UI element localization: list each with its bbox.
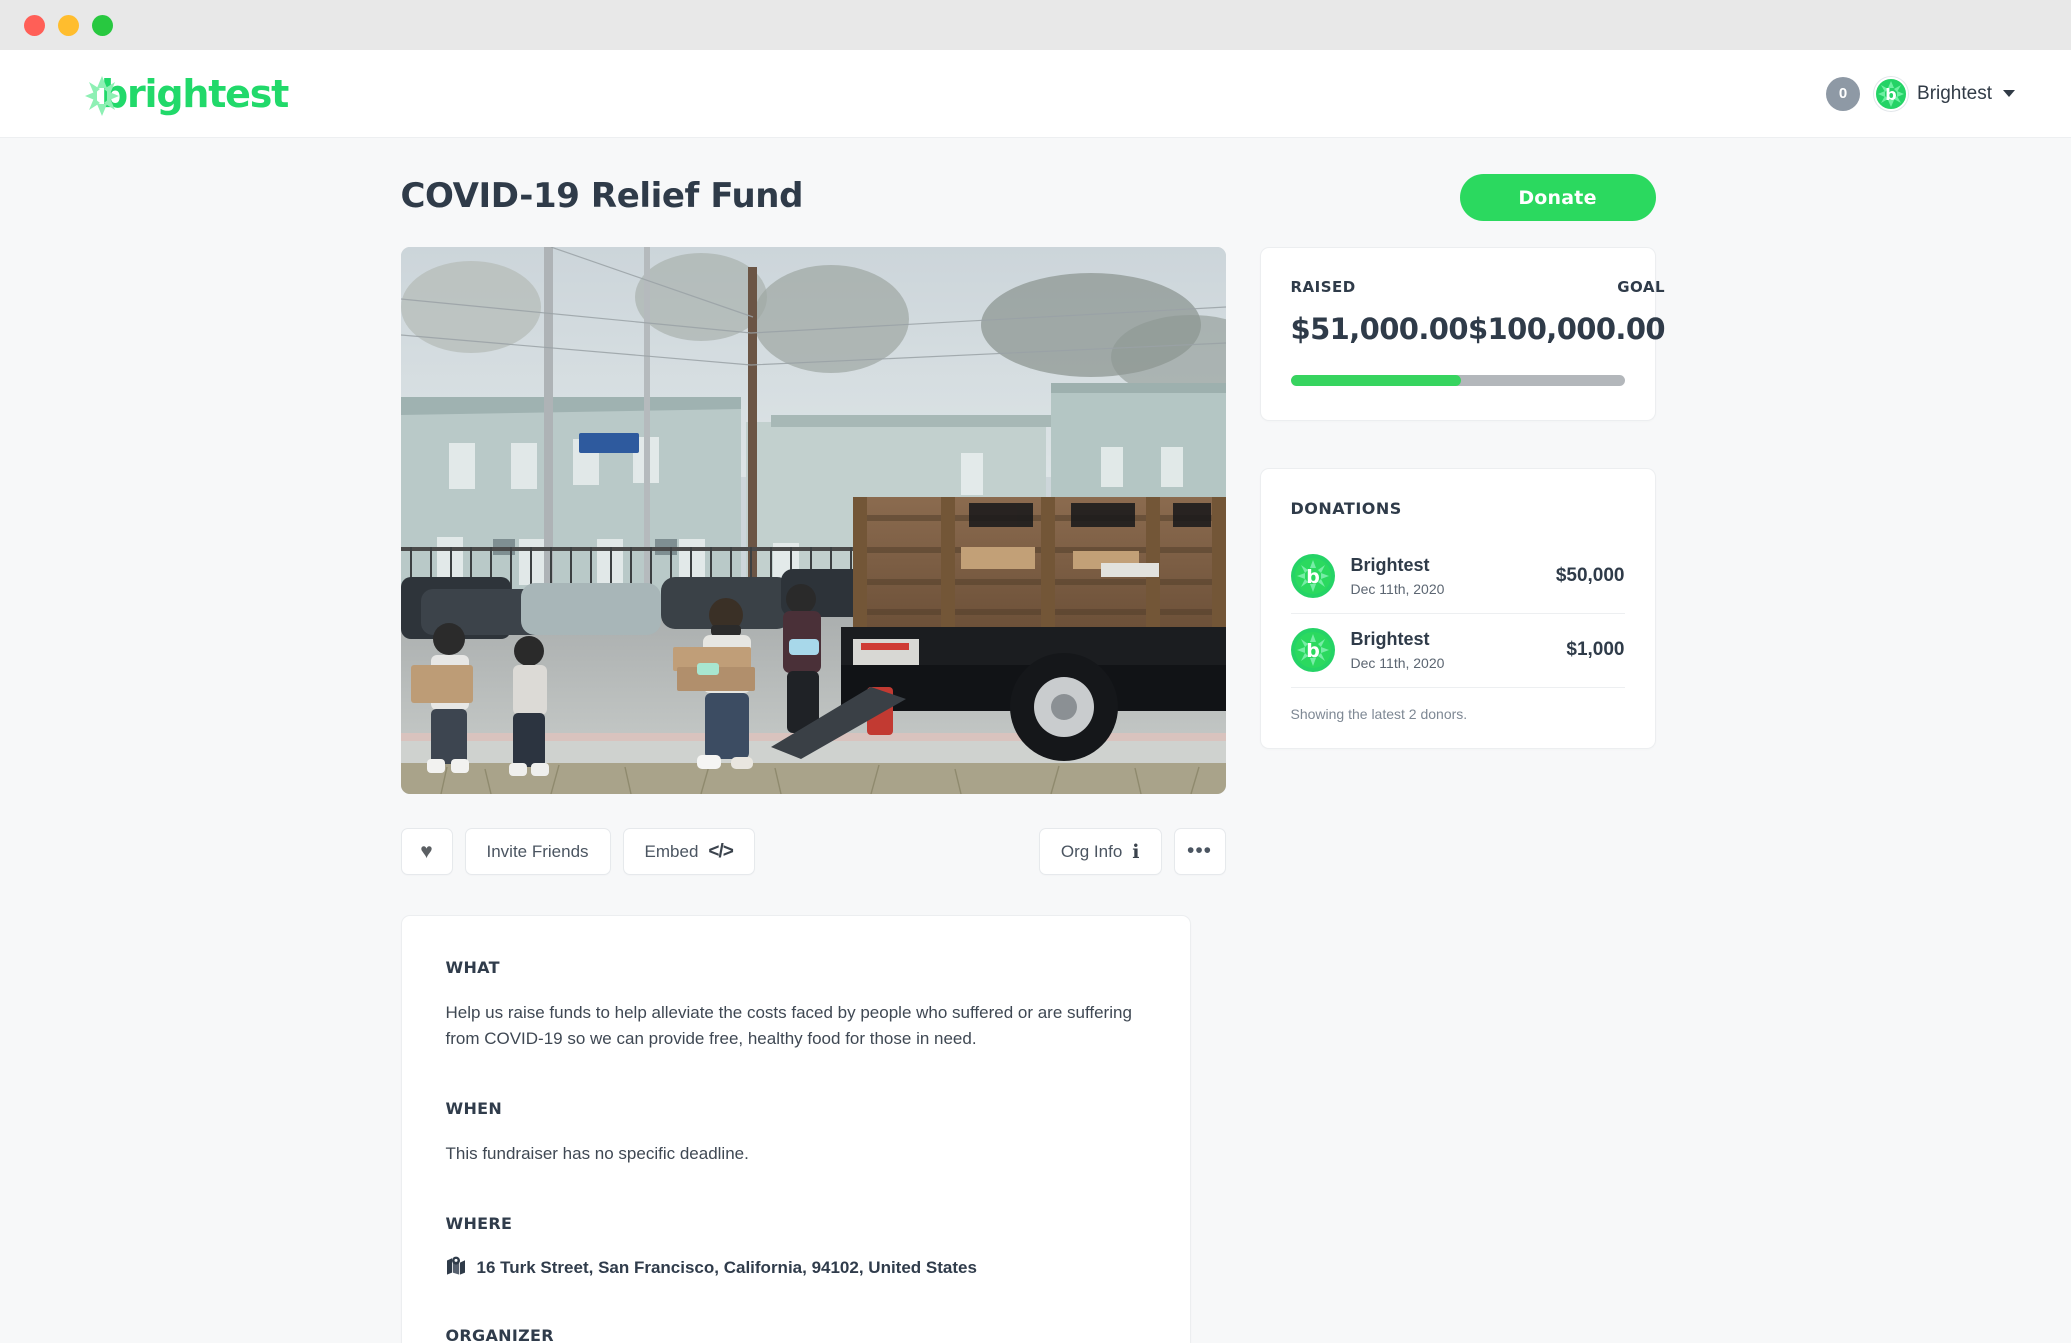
navbar-right: 0 b Brightest (1826, 76, 2015, 111)
donations-note: Showing the latest 2 donors. (1290, 706, 1468, 722)
top-navbar: brightest 0 b Brightest (0, 50, 2071, 138)
donor-meta: Brightest Dec 11th, 2020 (1351, 629, 1551, 671)
organizer-section-label: ORGANIZER (445, 1326, 554, 1343)
page-title: COVID-19 Relief Fund (400, 176, 804, 216)
right-column: Donate RAISED $51,000.00 GOAL $100,000.0… (1259, 174, 1666, 749)
address-text: 16 Turk Street, San Francisco, Californi… (476, 1258, 977, 1278)
left-column: COVID-19 Relief Fund ♥ Invite Friends Em… (400, 174, 1226, 1343)
when-section-label: WHEN (445, 1098, 503, 1118)
donor-name: Brightest (1350, 555, 1430, 575)
svg-text:b: b (1306, 640, 1320, 662)
ellipsis-icon: ••• (1186, 839, 1213, 863)
donations-card: DONATIONS b Brightest Dec 11th, 2020 $50,0… (1259, 468, 1656, 749)
embed-label: Embed (644, 841, 699, 861)
map-pin-icon (446, 1256, 466, 1280)
donor-name: Brightest (1350, 629, 1430, 649)
svg-text:b: b (1306, 566, 1320, 588)
invite-friends-button[interactable]: Invite Friends (464, 828, 611, 875)
donor-date: Dec 11th, 2020 (1350, 581, 1445, 597)
org-info-label: Org Info (1060, 841, 1123, 861)
where-section-label: WHERE (445, 1214, 513, 1234)
stats-grid: RAISED $51,000.00 GOAL $100,000.00 (1290, 278, 1666, 346)
raised-stat: RAISED $51,000.00 (1290, 278, 1469, 346)
campaign-details-card: WHAT Help us raise funds to help allevia… (400, 915, 1191, 1343)
heart-icon: ♥ (420, 840, 433, 863)
donor-date: Dec 11th, 2020 (1350, 655, 1445, 671)
user-menu[interactable]: b Brightest (1874, 76, 2015, 111)
svg-text:b: b (1885, 85, 1896, 104)
chevron-down-icon (2003, 90, 2015, 97)
what-section-label: WHAT (445, 958, 500, 977)
brightest-logo[interactable]: brightest (85, 71, 289, 116)
fundraising-stats-card: RAISED $51,000.00 GOAL $100,000.00 (1259, 247, 1666, 421)
donate-button[interactable]: Donate (1459, 174, 1656, 221)
browser-window: brightest 0 b Brightest COVID-19 Relief … (0, 0, 2071, 1343)
embed-button[interactable]: Embed </> (622, 828, 755, 875)
donate-button-row: Donate (1260, 174, 1656, 221)
more-options-button[interactable]: ••• (1173, 828, 1226, 875)
campaign-hero-image (400, 247, 1226, 794)
goal-value: $100,000.00 (1467, 312, 1666, 346)
maximize-window-button[interactable] (92, 14, 113, 36)
donor-avatar: b (1290, 628, 1335, 672)
raised-label: RAISED (1290, 278, 1356, 296)
donation-amount: $50,000 (1555, 565, 1625, 586)
content-container: COVID-19 Relief Fund ♥ Invite Friends Em… (400, 138, 1671, 1343)
what-section-body: Help us raise funds to help alleviate th… (445, 1003, 1132, 1049)
minimize-window-button[interactable] (58, 14, 79, 36)
user-avatar: b (1874, 76, 1909, 111)
code-icon: </> (708, 840, 734, 862)
donation-row: b Brightest Dec 11th, 2020 $1,000 (1290, 614, 1625, 688)
goal-label: GOAL (1617, 278, 1666, 296)
action-buttons-row: ♥ Invite Friends Embed </> Org Info i ••… (400, 828, 1226, 875)
notification-count-badge[interactable]: 0 (1826, 76, 1861, 111)
raised-value: $51,000.00 (1290, 312, 1469, 346)
where-section-body: 16 Turk Street, San Francisco, Californi… (446, 1256, 1146, 1280)
donations-list: b Brightest Dec 11th, 2020 $50,000 b Brigh… (1290, 540, 1625, 688)
progress-bar-fill (1290, 375, 1461, 386)
campaign-details-inner: WHAT Help us raise funds to help allevia… (402, 958, 1190, 1343)
favorite-button[interactable]: ♥ (400, 828, 453, 875)
goal-stat: GOAL $100,000.00 (1467, 278, 1666, 346)
donation-row: b Brightest Dec 11th, 2020 $50,000 (1290, 540, 1625, 614)
invite-friends-label: Invite Friends (486, 841, 589, 861)
user-name-label: Brightest (1917, 82, 1992, 104)
donor-avatar: b (1290, 554, 1335, 598)
org-info-button[interactable]: Org Info i (1038, 828, 1162, 875)
donations-title: DONATIONS (1290, 499, 1402, 518)
brand-wordmark: brightest (101, 71, 289, 116)
window-titlebar (0, 0, 2071, 50)
close-window-button[interactable] (24, 14, 45, 36)
page-root: brightest 0 b Brightest COVID-19 Relief … (0, 50, 2071, 1343)
when-section-body: This fundraiser has no specific deadline… (445, 1143, 749, 1163)
info-icon: i (1132, 840, 1140, 863)
donation-amount: $1,000 (1566, 639, 1625, 660)
starburst-icon (85, 74, 119, 116)
fundraising-progress-bar (1290, 375, 1625, 386)
donor-meta: Brightest Dec 11th, 2020 (1351, 555, 1540, 597)
page-content: COVID-19 Relief Fund ♥ Invite Friends Em… (0, 138, 2071, 1343)
